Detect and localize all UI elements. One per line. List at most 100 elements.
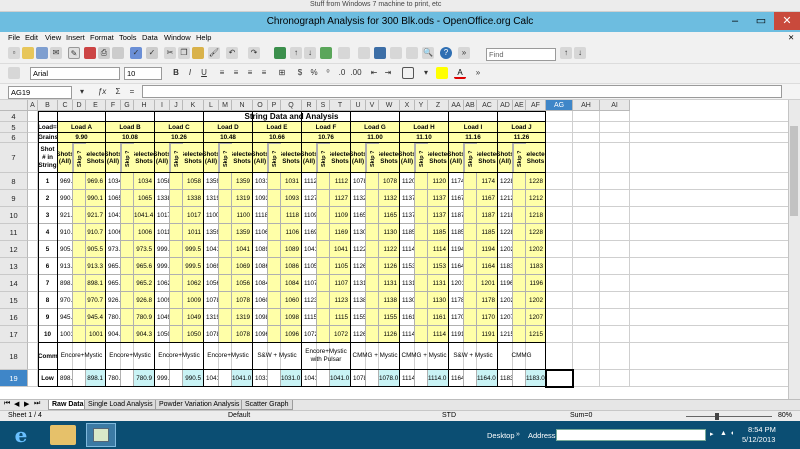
shot-value-selected[interactable]: 1065 (134, 190, 155, 207)
skip-cell[interactable] (268, 258, 281, 275)
shot-value-selected[interactable]: 1170 (477, 309, 498, 326)
skip-cell[interactable] (317, 241, 330, 258)
skip-cell[interactable] (366, 258, 379, 275)
shot-value-all[interactable]: 1114.0 (400, 241, 415, 258)
shot-value-all[interactable]: 1078.0 (351, 173, 366, 190)
shot-value-selected[interactable]: 1060 (281, 292, 302, 309)
shot-value-all[interactable]: 898.1 (58, 275, 73, 292)
shot-value-all[interactable]: 1174.0 (449, 173, 464, 190)
shot-number[interactable]: 5 (38, 241, 58, 258)
shot-value-selected[interactable]: 1114 (428, 326, 449, 343)
shot-value-selected[interactable]: 1126 (379, 258, 400, 275)
shot-value-selected[interactable]: 1049 (183, 309, 204, 326)
skip-cell[interactable] (513, 173, 526, 190)
skip-header[interactable]: Skip ? (464, 143, 477, 173)
background-color-icon[interactable] (436, 67, 448, 79)
low-skip[interactable] (415, 370, 428, 387)
shot-value-all[interactable]: 1338.0 (155, 190, 170, 207)
shot-value-all[interactable]: 1106.0 (253, 224, 268, 241)
skip-cell[interactable] (415, 292, 428, 309)
shot-number[interactable]: 4 (38, 224, 58, 241)
shot-value-all[interactable]: 1131.0 (400, 275, 415, 292)
shot-value-selected[interactable]: 1062 (183, 275, 204, 292)
shot-value-all[interactable]: 1137.0 (400, 190, 415, 207)
shot-number[interactable]: 2 (38, 190, 58, 207)
row-header-15[interactable]: 15 (0, 292, 28, 309)
column-header-a[interactable]: A (28, 100, 38, 111)
shot-value-all[interactable]: 1319.0 (204, 190, 219, 207)
skip-cell[interactable] (170, 173, 183, 190)
low-skip[interactable] (121, 370, 134, 387)
shot-value-all[interactable]: 1170.0 (449, 309, 464, 326)
menu-help[interactable]: Help (196, 33, 211, 42)
shot-value-selected[interactable]: 1089 (281, 241, 302, 258)
shot-value-selected[interactable]: 1112 (330, 173, 351, 190)
skip-cell[interactable] (268, 326, 281, 343)
address-input[interactable] (556, 429, 706, 441)
shot-value-selected[interactable]: 898.1 (86, 275, 106, 292)
low-all[interactable]: 1041.0 (302, 370, 317, 387)
shot-value-all[interactable]: 1017.0 (155, 207, 170, 224)
shot-value-selected[interactable]: 1178 (477, 292, 498, 309)
shot-value-selected[interactable]: 1319 (232, 190, 253, 207)
skip-header[interactable]: Skip ? (219, 143, 232, 173)
skip-header[interactable]: Skip ? (121, 143, 134, 173)
name-box-dropdown-icon[interactable]: ▾ (76, 86, 88, 98)
tab-first-icon[interactable]: ⏮ (4, 400, 10, 408)
menu-tools[interactable]: Tools (119, 33, 137, 42)
skip-cell[interactable] (366, 173, 379, 190)
column-header-w[interactable]: W (379, 100, 400, 111)
shot-value-all[interactable]: 1006.0 (106, 224, 121, 241)
skip-cell[interactable] (219, 292, 232, 309)
shot-value-selected[interactable]: 1132 (379, 190, 400, 207)
skip-cell[interactable] (219, 258, 232, 275)
menu-insert[interactable]: Insert (66, 33, 85, 42)
shot-value-selected[interactable]: 1131 (379, 275, 400, 292)
menu-file[interactable]: File (8, 33, 20, 42)
tab-single-load-analysis[interactable]: Single Load Analysis (84, 400, 157, 410)
shot-value-selected[interactable]: 1069 (232, 258, 253, 275)
shot-value-selected[interactable]: 1185 (477, 224, 498, 241)
shot-value-selected[interactable]: 1359 (232, 173, 253, 190)
column-header-aa[interactable]: AA (449, 100, 464, 111)
shot-value-all[interactable]: 1011.0 (155, 224, 170, 241)
shot-value-selected[interactable]: 945.4 (86, 309, 106, 326)
row-header-16[interactable]: 16 (0, 309, 28, 326)
column-header-f[interactable]: F (106, 100, 121, 111)
selected-shots-header[interactable]: Selected Shots (428, 143, 449, 173)
skip-cell[interactable] (170, 309, 183, 326)
skip-cell[interactable] (464, 309, 477, 326)
shot-value-all[interactable]: 1093.0 (253, 190, 268, 207)
find-replace-icon[interactable] (358, 47, 370, 59)
shot-value-selected[interactable]: 1218 (526, 207, 546, 224)
skip-cell[interactable] (415, 275, 428, 292)
zoom-slider-handle[interactable] (715, 413, 719, 420)
shot-value-all[interactable]: 990.1 (58, 190, 73, 207)
edit-file-icon[interactable]: ✎ (68, 47, 80, 59)
low-skip[interactable] (268, 370, 281, 387)
skip-cell[interactable] (73, 275, 86, 292)
maximize-button[interactable]: ▭ (748, 12, 774, 30)
skip-cell[interactable] (219, 190, 232, 207)
shot-value-selected[interactable]: 1078 (232, 326, 253, 343)
skip-cell[interactable] (268, 207, 281, 224)
skip-cell[interactable] (464, 190, 477, 207)
skip-cell[interactable] (121, 190, 134, 207)
column-header-ae[interactable]: AE (513, 100, 526, 111)
shot-value-all[interactable]: 1041.0 (302, 241, 317, 258)
shot-value-all[interactable]: 1120.0 (400, 173, 415, 190)
shot-value-all[interactable]: 1185.0 (400, 224, 415, 241)
low-all[interactable]: 999.5 (155, 370, 170, 387)
shot-value-selected[interactable]: 1196 (526, 275, 546, 292)
skip-cell[interactable] (219, 275, 232, 292)
skip-cell[interactable] (73, 326, 86, 343)
skip-cell[interactable] (73, 207, 86, 224)
shot-value-all[interactable]: 921.7 (58, 207, 73, 224)
low-selected[interactable]: 1114.0 (428, 370, 449, 387)
shot-value-all[interactable]: 1086.0 (253, 258, 268, 275)
shot-value-selected[interactable]: 926.8 (134, 292, 155, 309)
column-header-b[interactable]: B (38, 100, 58, 111)
shot-value-selected[interactable]: 1228 (526, 224, 546, 241)
autospell-icon[interactable]: ✓ (146, 47, 158, 59)
load-comment[interactable]: Encore+Mystic (58, 343, 106, 370)
